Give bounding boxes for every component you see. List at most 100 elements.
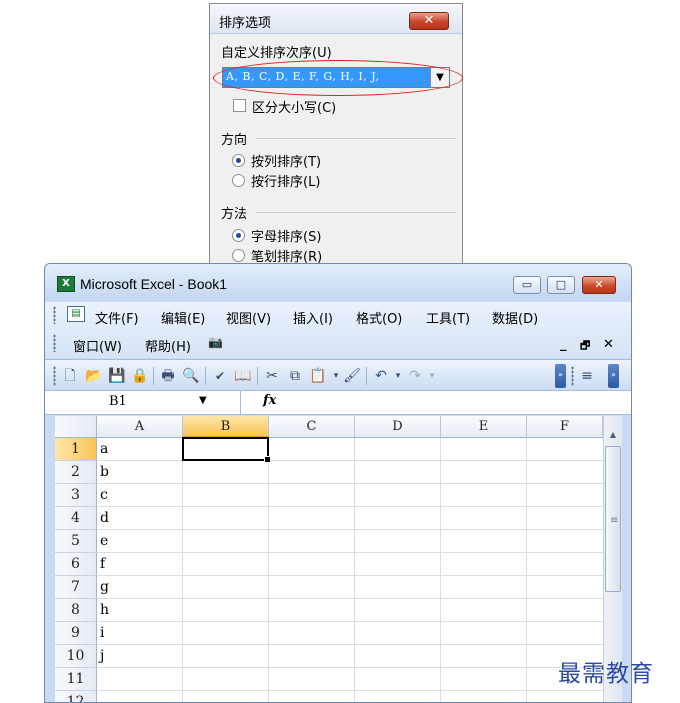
cell-a9[interactable]: i bbox=[97, 622, 183, 645]
copy-icon[interactable]: ⧉ bbox=[286, 367, 304, 385]
cell-d7[interactable] bbox=[355, 576, 441, 599]
cell-a11[interactable] bbox=[97, 668, 183, 691]
maximize-button[interactable]: □ bbox=[547, 276, 575, 294]
cell-e8[interactable] bbox=[441, 599, 527, 622]
cell-e6[interactable] bbox=[441, 553, 527, 576]
cell-b4[interactable] bbox=[183, 507, 269, 530]
cell-f1[interactable] bbox=[527, 438, 613, 461]
cell-a4[interactable]: d bbox=[97, 507, 183, 530]
cell-a2[interactable]: b bbox=[97, 461, 183, 484]
worksheet-grid[interactable]: A B C D E F 1 a 2 b 3 c 4 d 5 e 6 f 7 g 8 h 9 i 10 j 11 12 ▲ ≡ bbox=[55, 416, 622, 702]
cell-d11[interactable] bbox=[355, 668, 441, 691]
workbook-icon[interactable]: ▤ bbox=[67, 306, 85, 322]
menu-edit[interactable]: 编辑(E) bbox=[161, 308, 205, 327]
toolbar-grip-icon[interactable] bbox=[53, 334, 56, 352]
cell-f6[interactable] bbox=[527, 553, 613, 576]
redo-icon[interactable]: ↷ bbox=[406, 367, 424, 385]
cell-b6[interactable] bbox=[183, 553, 269, 576]
column-header-b[interactable]: B bbox=[183, 416, 269, 438]
cell-e10[interactable] bbox=[441, 645, 527, 668]
row-header-1[interactable]: 1 bbox=[55, 438, 97, 461]
cell-f9[interactable] bbox=[527, 622, 613, 645]
menu-tools[interactable]: 工具(T) bbox=[426, 308, 470, 327]
cell-d5[interactable] bbox=[355, 530, 441, 553]
cell-e7[interactable] bbox=[441, 576, 527, 599]
cell-a6[interactable]: f bbox=[97, 553, 183, 576]
cell-f5[interactable] bbox=[527, 530, 613, 553]
cell-b11[interactable] bbox=[183, 668, 269, 691]
cell-f4[interactable] bbox=[527, 507, 613, 530]
mdi-restore-button[interactable]: 🗗 bbox=[580, 337, 590, 356]
cell-d1[interactable] bbox=[355, 438, 441, 461]
research-icon[interactable]: 📖 bbox=[234, 367, 252, 385]
cell-f7[interactable] bbox=[527, 576, 613, 599]
scrollbar-thumb[interactable]: ≡ bbox=[605, 446, 621, 592]
cell-a1[interactable]: a bbox=[97, 438, 183, 461]
insert-function-icon[interactable]: fx bbox=[263, 393, 276, 408]
mdi-close-button[interactable]: ✕ bbox=[603, 337, 614, 352]
cell-d9[interactable] bbox=[355, 622, 441, 645]
spelling-icon[interactable]: ✔ bbox=[211, 367, 229, 385]
toolbar-options-icon[interactable]: » bbox=[555, 364, 566, 388]
scroll-up-arrow-icon[interactable]: ▲ bbox=[604, 426, 622, 444]
stroke-sort-radio[interactable] bbox=[232, 249, 245, 262]
cell-a7[interactable]: g bbox=[97, 576, 183, 599]
cell-c11[interactable] bbox=[269, 668, 355, 691]
cell-c9[interactable] bbox=[269, 622, 355, 645]
menu-file[interactable]: 文件(F) bbox=[95, 308, 139, 327]
cell-c12[interactable] bbox=[269, 691, 355, 702]
open-folder-icon[interactable]: 📂 bbox=[85, 367, 103, 385]
row-header-3[interactable]: 3 bbox=[55, 484, 97, 507]
new-document-icon[interactable]: 🗋 bbox=[61, 367, 79, 385]
cell-e9[interactable] bbox=[441, 622, 527, 645]
cell-c3[interactable] bbox=[269, 484, 355, 507]
cell-b10[interactable] bbox=[183, 645, 269, 668]
menu-view[interactable]: 视图(V) bbox=[226, 308, 271, 327]
cell-a3[interactable]: c bbox=[97, 484, 183, 507]
cell-e11[interactable] bbox=[441, 668, 527, 691]
row-header-10[interactable]: 10 bbox=[55, 645, 97, 668]
cell-e3[interactable] bbox=[441, 484, 527, 507]
cell-d10[interactable] bbox=[355, 645, 441, 668]
cell-f3[interactable] bbox=[527, 484, 613, 507]
toolbar-grip-icon[interactable] bbox=[571, 366, 574, 386]
name-box-dropdown-icon[interactable]: ▼ bbox=[199, 395, 207, 406]
cell-f2[interactable] bbox=[527, 461, 613, 484]
toolbar-grip-icon[interactable] bbox=[53, 306, 56, 324]
cell-b2[interactable] bbox=[183, 461, 269, 484]
cell-a10[interactable]: j bbox=[97, 645, 183, 668]
row-header-11[interactable]: 11 bbox=[55, 668, 97, 691]
paste-icon[interactable]: 📋 bbox=[309, 367, 327, 385]
undo-icon[interactable]: ↶ bbox=[372, 367, 390, 385]
cell-f12[interactable] bbox=[527, 691, 613, 702]
dialog-close-button[interactable]: ✕ bbox=[409, 12, 449, 30]
cell-f8[interactable] bbox=[527, 599, 613, 622]
menu-help[interactable]: 帮助(H) bbox=[145, 336, 191, 355]
cell-b7[interactable] bbox=[183, 576, 269, 599]
row-header-9[interactable]: 9 bbox=[55, 622, 97, 645]
save-icon[interactable]: 💾 bbox=[108, 367, 126, 385]
redo-dropdown-icon[interactable]: ▾ bbox=[423, 367, 441, 385]
case-sensitive-checkbox[interactable] bbox=[233, 99, 246, 112]
toolbar-grip-icon[interactable] bbox=[53, 366, 56, 386]
cell-c2[interactable] bbox=[269, 461, 355, 484]
select-all-corner[interactable] bbox=[55, 416, 97, 438]
menu-data[interactable]: 数据(D) bbox=[492, 308, 538, 327]
active-cell-border[interactable] bbox=[182, 437, 271, 463]
cell-e12[interactable] bbox=[441, 691, 527, 702]
align-center-icon[interactable]: ≡ bbox=[578, 367, 596, 385]
close-button[interactable]: ✕ bbox=[582, 276, 616, 294]
cell-c1[interactable] bbox=[269, 438, 355, 461]
cell-e5[interactable] bbox=[441, 530, 527, 553]
row-header-5[interactable]: 5 bbox=[55, 530, 97, 553]
cell-b12[interactable] bbox=[183, 691, 269, 702]
cell-d12[interactable] bbox=[355, 691, 441, 702]
cell-c7[interactable] bbox=[269, 576, 355, 599]
menu-format[interactable]: 格式(O) bbox=[356, 308, 402, 327]
sort-by-column-radio[interactable] bbox=[232, 154, 245, 167]
mdi-minimize-button[interactable]: _ bbox=[560, 337, 567, 352]
column-header-e[interactable]: E bbox=[441, 416, 527, 438]
cell-e2[interactable] bbox=[441, 461, 527, 484]
print-icon[interactable]: 🖶 bbox=[159, 367, 177, 385]
row-header-4[interactable]: 4 bbox=[55, 507, 97, 530]
